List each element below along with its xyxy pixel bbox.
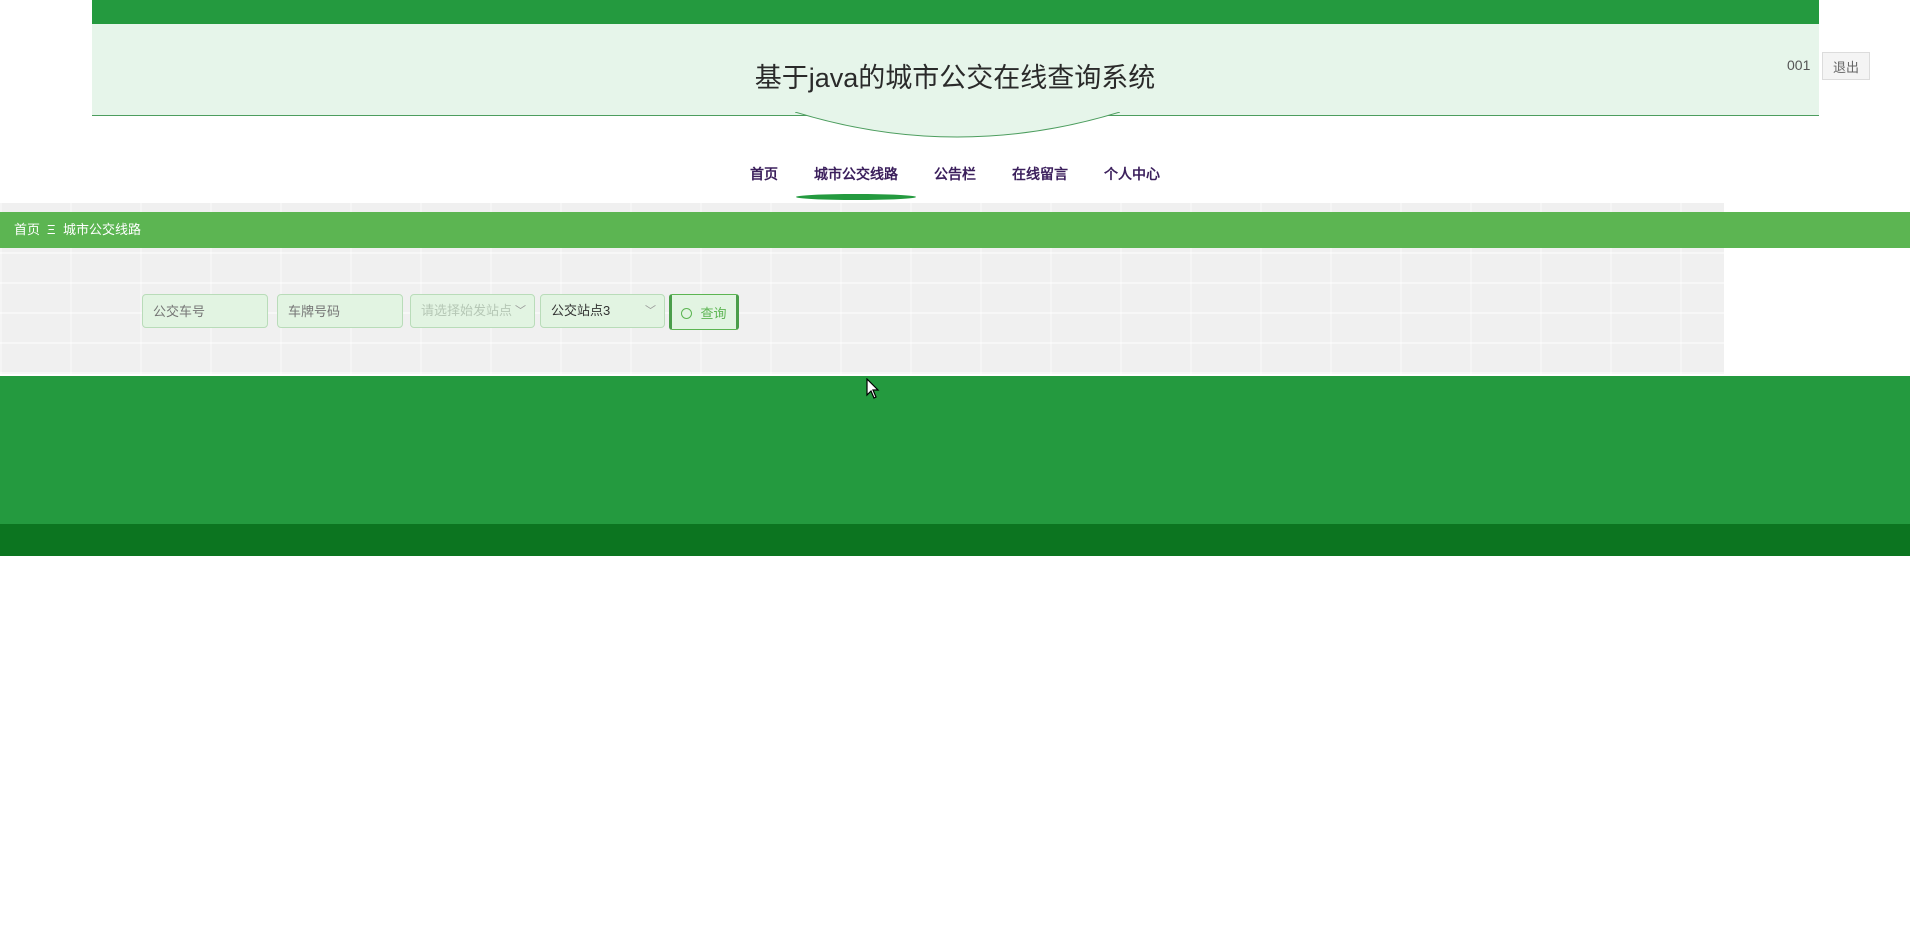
search-icon — [681, 307, 693, 319]
active-nav-indicator — [796, 194, 916, 200]
footer-bottom-bar — [0, 524, 1910, 556]
bus-station-select[interactable]: 公交站点3 ﹀ — [540, 294, 665, 328]
nav-item-personal-center[interactable]: 个人中心 — [1104, 160, 1160, 200]
breadcrumb-current: 城市公交线路 — [63, 222, 142, 237]
nav-item-messages[interactable]: 在线留言 — [1012, 160, 1068, 200]
nav-item-label: 在线留言 — [1012, 166, 1068, 182]
breadcrumb-home-link[interactable]: 首页 — [14, 212, 40, 248]
nav-item-label: 公告栏 — [934, 166, 976, 182]
nav-item-label: 城市公交线路 — [814, 166, 898, 182]
nav-item-home[interactable]: 首页 — [750, 160, 778, 200]
top-accent-bar — [92, 0, 1819, 24]
bus-station-selected-value: 公交站点3 — [551, 303, 611, 318]
header-curve-decoration — [795, 112, 1120, 138]
search-form: 请选择始发站点 ﹀ 公交站点3 ﹀ 查询 — [0, 294, 1910, 330]
logout-button[interactable]: 退出 — [1822, 52, 1870, 80]
breadcrumb-separator-icon: Ξ — [47, 222, 56, 237]
query-button[interactable]: 查询 — [669, 294, 739, 330]
mouse-cursor-icon — [866, 378, 880, 399]
username-label: 001 — [1787, 57, 1811, 73]
nav-item-notice-board[interactable]: 公告栏 — [934, 160, 976, 200]
start-station-placeholder: 请选择始发站点 — [421, 303, 513, 318]
main-nav: 首页 城市公交线路 公告栏 在线留言 个人中心 — [0, 160, 1910, 200]
plate-number-input[interactable] — [277, 294, 403, 328]
query-button-label: 查询 — [700, 305, 727, 321]
chevron-down-icon: ﹀ — [515, 305, 526, 317]
start-station-select[interactable]: 请选择始发站点 ﹀ — [410, 294, 535, 328]
nav-item-label: 首页 — [750, 166, 778, 182]
page-title: 基于java的城市公交在线查询系统 — [754, 63, 1156, 93]
nav-item-bus-routes[interactable]: 城市公交线路 — [796, 160, 916, 200]
bus-number-input[interactable] — [142, 294, 268, 328]
chevron-down-icon: ﹀ — [645, 305, 656, 317]
footer — [0, 376, 1910, 524]
breadcrumb: 首页 Ξ 城市公交线路 — [0, 212, 1910, 248]
nav-item-label: 个人中心 — [1104, 166, 1160, 182]
